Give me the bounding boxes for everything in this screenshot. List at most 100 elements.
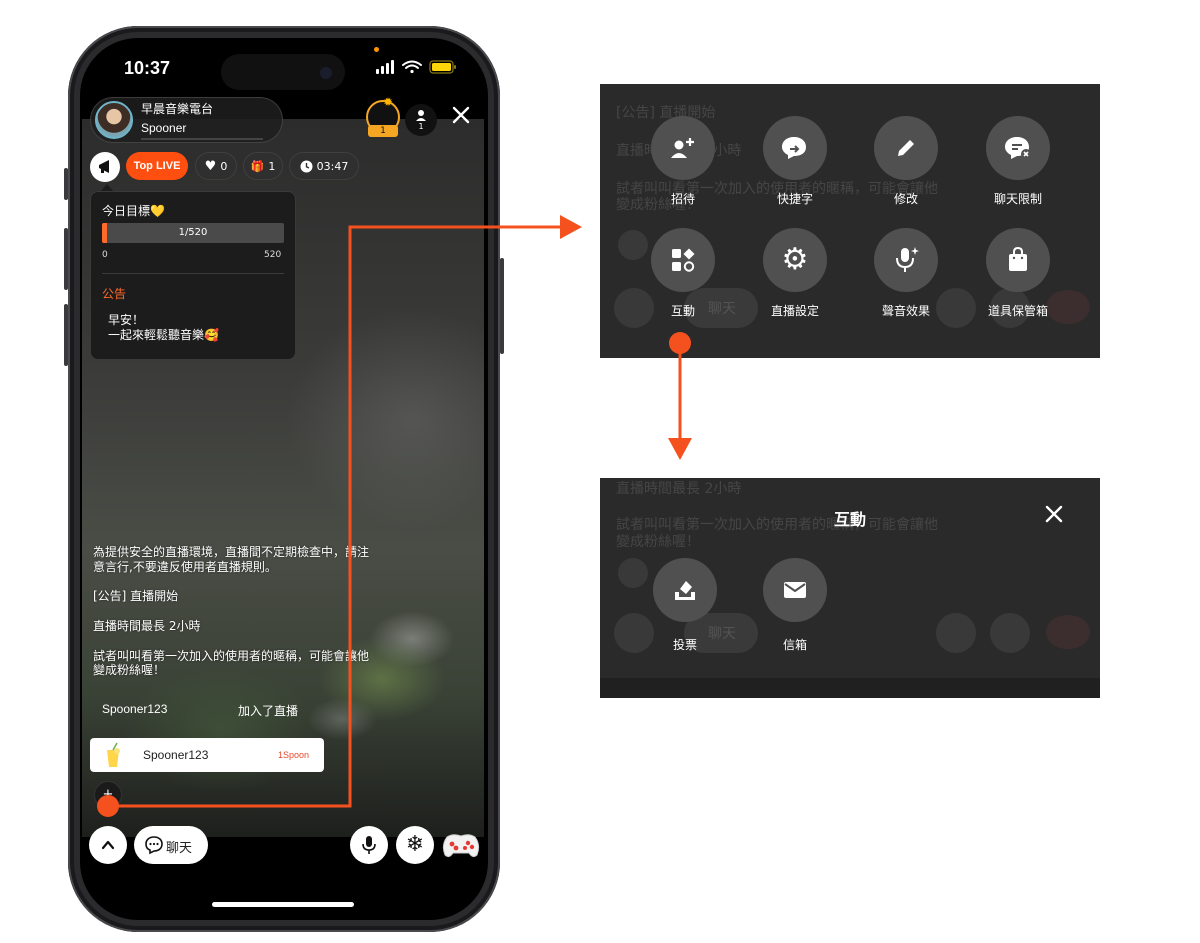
top-live-badge[interactable]: Top LIVE — [126, 152, 188, 180]
megaphone-icon — [99, 160, 109, 173]
expand-button[interactable] — [89, 826, 127, 864]
pencil-icon — [898, 140, 914, 156]
mailbox-button[interactable] — [763, 558, 827, 622]
ghost-mic-button — [936, 613, 976, 653]
quick-reply-icon — [782, 137, 806, 159]
arrow-down-icon — [668, 438, 692, 460]
timer-chip: 03:47 — [289, 152, 359, 180]
bag-icon — [1009, 246, 1027, 271]
ghost-chat-line: [公告] 直播開始 — [616, 105, 716, 121]
voice-effect-button[interactable] — [874, 228, 938, 292]
ghost-plus-button — [618, 230, 648, 260]
edit-label: 修改 — [893, 192, 918, 206]
ghost-plus-button — [618, 558, 648, 588]
ghost-freeze-button — [990, 613, 1030, 653]
freeze-button[interactable]: ❄ — [396, 826, 434, 864]
gifts-count: 1 — [268, 159, 276, 173]
chat-message: 意言行,不要違反使用者直播規則。 — [93, 560, 277, 574]
host-avatar[interactable] — [95, 101, 133, 139]
voice-effect-label: 聲音效果 — [881, 304, 930, 318]
arrow-right-icon — [560, 215, 582, 239]
vote-button[interactable] — [653, 558, 717, 622]
mailbox-label: 信箱 — [782, 638, 807, 652]
sun-icon: ✹ — [383, 95, 394, 109]
host-name: Spooner — [141, 121, 187, 135]
privacy-indicator — [374, 47, 379, 52]
vote-label: 投票 — [672, 638, 697, 652]
wifi-icon — [402, 60, 422, 74]
gift-amount: 1Spoon — [278, 750, 310, 760]
microphone-icon — [362, 836, 376, 854]
drink-icon — [107, 742, 120, 767]
close-icon[interactable] — [450, 104, 472, 126]
ghost-chat-line: 直播時間最長 2小時 — [616, 481, 742, 497]
timer-value: 03:47 — [316, 159, 349, 173]
chat-label: 聊天 — [166, 841, 193, 856]
live-settings-button[interactable]: ⚙ — [763, 228, 827, 292]
goal-min: 0 — [102, 250, 108, 260]
interaction-icon — [672, 248, 695, 272]
live-settings-label: 直播設定 — [770, 304, 819, 318]
home-indicator[interactable] — [212, 902, 354, 907]
notice-toggle-button[interactable] — [90, 152, 120, 182]
interaction-panel-footer — [600, 678, 1100, 698]
interaction-panel-title: 互動 — [833, 510, 866, 529]
volume-up-button — [64, 228, 68, 290]
invite-button[interactable] — [651, 116, 715, 180]
interaction-button[interactable] — [651, 228, 715, 292]
status-time: 10:37 — [124, 58, 171, 78]
chat-bubble-icon — [145, 836, 163, 855]
heart-icon: ♥ — [204, 158, 217, 174]
close-icon[interactable] — [1043, 503, 1065, 525]
snowflake-icon: ❄ — [405, 832, 425, 857]
gifts-chip[interactable]: 🎁 1 — [243, 152, 283, 180]
live-title: 早晨音樂電台 — [141, 102, 214, 116]
volume-down-button — [64, 304, 68, 366]
interaction-label: 互動 — [670, 304, 695, 318]
goal-title: 今日目標💛 — [102, 204, 165, 218]
ghost-chat-line: 變成粉絲喔！ — [616, 534, 700, 550]
callout-marker — [97, 795, 119, 817]
battery-icon — [429, 60, 456, 74]
notice-line: 一起來輕鬆聽音樂🥰 — [108, 328, 219, 342]
callout-marker — [669, 332, 691, 354]
quick-reply-button[interactable] — [763, 116, 827, 180]
join-username[interactable]: Spooner123 — [102, 702, 167, 716]
rank-number: 1 — [368, 125, 398, 137]
mic-button[interactable] — [350, 826, 388, 864]
quick-reply-label: 快捷字 — [776, 192, 813, 206]
host-level-bar — [141, 138, 263, 140]
voice-effect-icon — [896, 247, 919, 272]
chat-restrict-label: 聊天限制 — [993, 192, 1042, 206]
chat-message: 直播時間最長 2小時 — [93, 619, 201, 633]
chevron-up-icon — [101, 840, 115, 850]
gift-username[interactable]: Spooner123 — [143, 748, 208, 762]
game-controller-icon[interactable] — [441, 829, 481, 861]
listener-button[interactable] — [405, 104, 437, 136]
clock-icon — [300, 160, 313, 172]
notice-label: 公告 — [102, 287, 127, 301]
goal-max: 520 — [264, 250, 282, 260]
add-user-icon — [671, 138, 694, 158]
signal-icon — [376, 60, 394, 74]
power-button — [500, 258, 504, 354]
listener-count: 1 — [418, 122, 424, 131]
goal-progress-text: 1/520 — [178, 227, 208, 238]
goal-divider — [102, 273, 284, 274]
ghost-game-button — [1046, 615, 1090, 649]
chat-message: 變成粉絲喔！ — [93, 663, 166, 677]
item-storage-label: 道具保管箱 — [987, 304, 1048, 318]
chat-restrict-button[interactable] — [986, 116, 1050, 180]
gear-icon: ⚙ — [781, 242, 809, 277]
chat-restrict-icon — [1005, 137, 1031, 159]
chat-message: [公告] 直播開始 — [93, 589, 179, 603]
join-message: 加入了直播 — [238, 704, 299, 718]
edit-button[interactable] — [874, 116, 938, 180]
invite-label: 招待 — [670, 192, 695, 206]
vote-icon — [675, 581, 695, 600]
action-button — [64, 168, 68, 200]
gift-icon: 🎁 — [250, 159, 265, 173]
item-storage-button[interactable] — [986, 228, 1050, 292]
likes-chip[interactable]: ♥ 0 — [195, 152, 237, 180]
status-icons — [376, 60, 456, 74]
